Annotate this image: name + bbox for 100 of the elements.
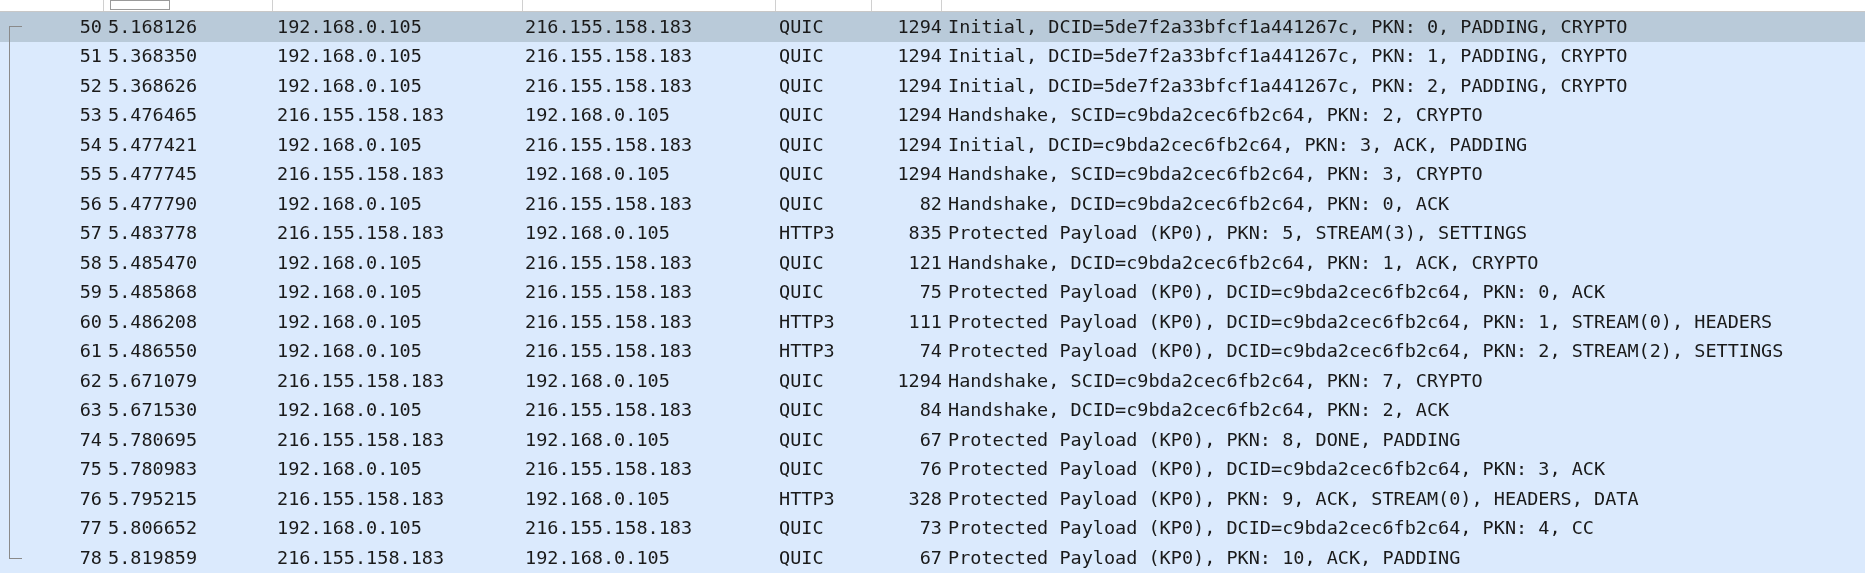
packet-number: 77 [79,516,102,541]
packet-time: 5.477421 [108,133,198,155]
packet-row[interactable]: 51 5.368350 192.168.0.105 216.155.158.183 QUIC 1294 Initial, DCID=5de7f2a33bfcf1a441267c, PKN: 1, PADDING, CRYPTO [0,41,1865,71]
packet-row[interactable]: 60 5.486208 192.168.0.105 216.155.158.183 HTTP3 111 Protected Payload (KP0), DCID=c9bda2cec6fb2c64, PKN: 1, STREAM(0), HEADERS [0,307,1865,337]
packet-info: Protected Payload (KP0), DCID=c9bda2cec6fb2c64, PKN: 4, CC [948,517,1594,539]
packet-row[interactable]: 77 5.806652 192.168.0.105 216.155.158.183 QUIC 73 Protected Payload (KP0), DCID=c9bda2cec6fb2c64, PKN: 4, CC [0,513,1865,543]
packet-row[interactable]: 74 5.780695 216.155.158.183 192.168.0.105 QUIC 67 Protected Payload (KP0), PKN: 8, DONE, PADDING [0,425,1865,455]
packet-time: 5.168126 [108,15,198,37]
packet-time: 5.780695 [108,428,198,450]
protocol-name: HTTP3 [779,222,835,244]
packet-row[interactable]: 50 5.168126 192.168.0.105 216.155.158.183 QUIC 1294 Initial, DCID=5de7f2a33bfcf1a441267c, PKN: 0, PADDING, CRYPTO [0,12,1865,42]
packet-number: 53 [79,103,102,128]
packet-number: 74 [79,427,102,452]
packet-length: 75 [919,281,942,303]
destination-address: 216.155.158.183 [525,310,693,332]
packet-info: Protected Payload (KP0), DCID=c9bda2cec6fb2c64, PKN: 0, ACK [948,281,1606,303]
destination-address: 216.155.158.183 [525,45,693,67]
source-address: 216.155.158.183 [277,163,445,185]
packet-number: 52 [79,73,102,98]
source-address: 216.155.158.183 [277,428,445,450]
destination-address: 192.168.0.105 [525,163,670,185]
protocol-name: QUIC [779,163,824,185]
packet-number: 50 [79,14,102,39]
packet-row[interactable]: 62 5.671079 216.155.158.183 192.168.0.105 QUIC 1294 Handshake, SCID=c9bda2cec6fb2c64, PKN: 7, CRYPTO [0,366,1865,396]
packet-row[interactable]: 52 5.368626 192.168.0.105 216.155.158.183 QUIC 1294 Initial, DCID=5de7f2a33bfcf1a441267c, PKN: 2, PADDING, CRYPTO [0,71,1865,101]
protocol-name: HTTP3 [779,340,835,362]
packet-row[interactable]: 54 5.477421 192.168.0.105 216.155.158.183 QUIC 1294 Initial, DCID=c9bda2cec6fb2c64, PKN: 3, ACK, PADDING [0,130,1865,160]
protocol-name: HTTP3 [779,310,835,332]
packet-row[interactable]: 76 5.795215 216.155.158.183 192.168.0.105 HTTP3 328 Protected Payload (KP0), PKN: 9, ACK, STREAM(0), HEADERS, DATA [0,484,1865,514]
destination-address: 216.155.158.183 [525,251,693,273]
protocol-name: QUIC [779,546,824,568]
protocol-name: HTTP3 [779,487,835,509]
source-address: 192.168.0.105 [277,458,422,480]
packet-info: Handshake, DCID=c9bda2cec6fb2c64, PKN: 1, ACK, CRYPTO [948,251,1539,273]
packet-row[interactable]: 56 5.477790 192.168.0.105 216.155.158.183 QUIC 82 Handshake, DCID=c9bda2cec6fb2c64, PKN: 0, ACK [0,189,1865,219]
packet-number: 55 [79,162,102,187]
protocol-name: QUIC [779,74,824,96]
packet-info: Protected Payload (KP0), PKN: 9, ACK, STREAM(0), HEADERS, DATA [948,487,1639,509]
packet-time: 5.368350 [108,45,198,67]
destination-address: 216.155.158.183 [525,192,693,214]
protocol-name: QUIC [779,15,824,37]
protocol-name: QUIC [779,281,824,303]
protocol-name: QUIC [779,369,824,391]
packet-length: 835 [908,222,942,244]
source-address: 192.168.0.105 [277,281,422,303]
packet-number: 58 [79,250,102,275]
packet-time: 5.486208 [108,310,198,332]
source-address: 216.155.158.183 [277,546,445,568]
packet-row[interactable]: 55 5.477745 216.155.158.183 192.168.0.105 QUIC 1294 Handshake, SCID=c9bda2cec6fb2c64, PKN: 3, CRYPTO [0,159,1865,189]
packet-row[interactable]: 53 5.476465 216.155.158.183 192.168.0.105 QUIC 1294 Handshake, SCID=c9bda2cec6fb2c64, PKN: 2, CRYPTO [0,100,1865,130]
packet-time: 5.476465 [108,104,198,126]
packet-length: 111 [908,310,942,332]
packet-row[interactable]: 58 5.485470 192.168.0.105 216.155.158.183 QUIC 121 Handshake, DCID=c9bda2cec6fb2c64, PKN: 1, ACK, CRYPTO [0,248,1865,278]
source-address: 192.168.0.105 [277,15,422,37]
destination-address: 216.155.158.183 [525,15,693,37]
protocol-name: QUIC [779,133,824,155]
packet-number: 51 [79,44,102,69]
packet-info: Protected Payload (KP0), DCID=c9bda2cec6fb2c64, PKN: 1, STREAM(0), HEADERS [948,310,1773,332]
header-edit-box[interactable] [110,0,170,10]
packet-length: 328 [908,487,942,509]
packet-row[interactable]: 63 5.671530 192.168.0.105 216.155.158.183 QUIC 84 Handshake, DCID=c9bda2cec6fb2c64, PKN: 2, ACK [0,395,1865,425]
packet-time: 5.368626 [108,74,198,96]
packet-row[interactable]: 75 5.780983 192.168.0.105 216.155.158.183 QUIC 76 Protected Payload (KP0), DCID=c9bda2cec6fb2c64, PKN: 3, ACK [0,454,1865,484]
packet-row[interactable]: 59 5.485868 192.168.0.105 216.155.158.183 QUIC 75 Protected Payload (KP0), DCID=c9bda2cec6fb2c64, PKN: 0, ACK [0,277,1865,307]
packet-info: Handshake, DCID=c9bda2cec6fb2c64, PKN: 0, ACK [948,192,1450,214]
packet-info: Handshake, SCID=c9bda2cec6fb2c64, PKN: 3, CRYPTO [948,163,1483,185]
packet-length: 74 [919,340,942,362]
destination-address: 216.155.158.183 [525,399,693,421]
packet-number: 54 [79,132,102,157]
packet-info: Protected Payload (KP0), DCID=c9bda2cec6fb2c64, PKN: 2, STREAM(2), SETTINGS [948,340,1784,362]
protocol-name: QUIC [779,45,824,67]
packet-info: Handshake, SCID=c9bda2cec6fb2c64, PKN: 7, CRYPTO [948,369,1483,391]
source-address: 192.168.0.105 [277,399,422,421]
packet-info: Initial, DCID=5de7f2a33bfcf1a441267c, PKN: 1, PADDING, CRYPTO [948,45,1628,67]
packet-length: 1294 [897,45,942,67]
packet-info: Protected Payload (KP0), PKN: 10, ACK, PADDING [948,546,1461,568]
packet-length: 1294 [897,15,942,37]
packet-time: 5.819859 [108,546,198,568]
protocol-name: QUIC [779,399,824,421]
source-address: 192.168.0.105 [277,310,422,332]
destination-address: 192.168.0.105 [525,104,670,126]
packet-row[interactable]: 61 5.486550 192.168.0.105 216.155.158.183 HTTP3 74 Protected Payload (KP0), DCID=c9bda2cec6fb2c64, PKN: 2, STREAM(2), SETTINGS [0,336,1865,366]
packet-length: 67 [919,546,942,568]
packet-time: 5.485868 [108,281,198,303]
source-address: 192.168.0.105 [277,133,422,155]
packet-info: Protected Payload (KP0), DCID=c9bda2cec6fb2c64, PKN: 3, ACK [948,458,1606,480]
destination-address: 192.168.0.105 [525,487,670,509]
source-address: 216.155.158.183 [277,222,445,244]
packet-info: Handshake, SCID=c9bda2cec6fb2c64, PKN: 2, CRYPTO [948,104,1483,126]
source-address: 192.168.0.105 [277,340,422,362]
source-address: 192.168.0.105 [277,251,422,273]
packet-length: 67 [919,428,942,450]
packet-info: Protected Payload (KP0), PKN: 8, DONE, PADDING [948,428,1461,450]
packet-number: 76 [79,486,102,511]
packet-time: 5.806652 [108,517,198,539]
packet-time: 5.486550 [108,340,198,362]
packet-row[interactable]: 57 5.483778 216.155.158.183 192.168.0.105 HTTP3 835 Protected Payload (KP0), PKN: 5, STREAM(3), SETTINGS [0,218,1865,248]
packet-time: 5.483778 [108,222,198,244]
packet-row[interactable]: 78 5.819859 216.155.158.183 192.168.0.105 QUIC 67 Protected Payload (KP0), PKN: 10, ACK, PADDING [0,543,1865,573]
packet-time: 5.485470 [108,251,198,273]
